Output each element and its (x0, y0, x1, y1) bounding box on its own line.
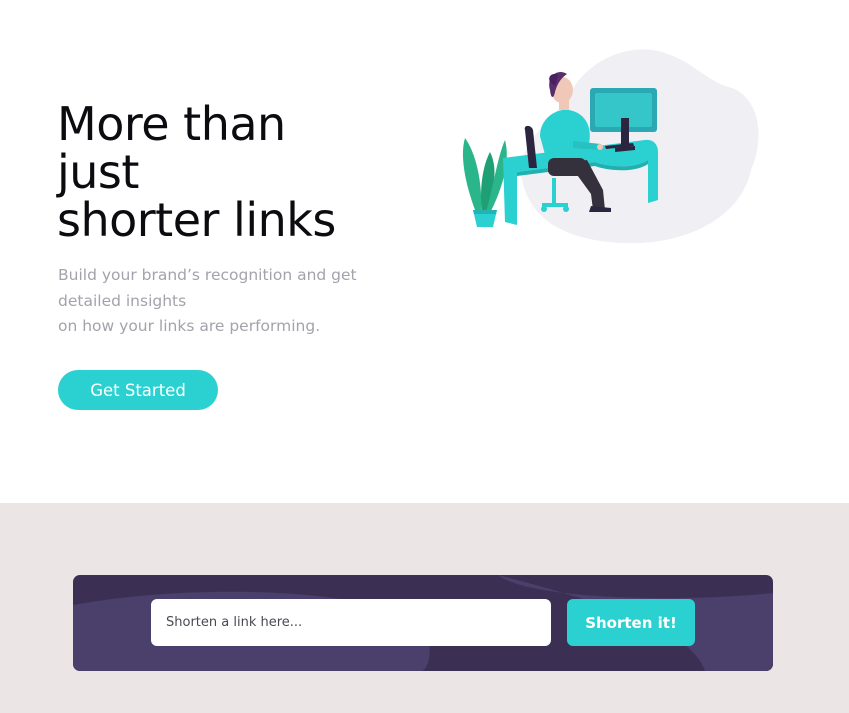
hero-title-line: just (57, 145, 139, 199)
shorten-button[interactable]: Shorten it! (567, 599, 695, 646)
hero-subtitle-line: Build your brand’s recognition and get (58, 266, 357, 284)
hero-title-line: shorter links (57, 193, 336, 247)
hero-title-line: More than (57, 97, 286, 151)
get-started-button[interactable]: Get Started (58, 370, 218, 410)
hero-title: More than just shorter links (57, 100, 387, 244)
hero-subtitle-line: detailed insights (58, 291, 187, 310)
plant-icon (462, 138, 507, 227)
hero-subtitle-line: on how your links are performing. (58, 317, 321, 335)
shorten-section: Shorten it! (0, 503, 849, 713)
shorten-link-input[interactable] (151, 599, 551, 646)
hero-subtitle: Build your brand’s recognition and get d… (58, 263, 388, 340)
shorten-form: Shorten it! (73, 575, 773, 671)
hero-section: More than just shorter links Build your … (0, 0, 849, 503)
working-illustration (462, 49, 759, 244)
